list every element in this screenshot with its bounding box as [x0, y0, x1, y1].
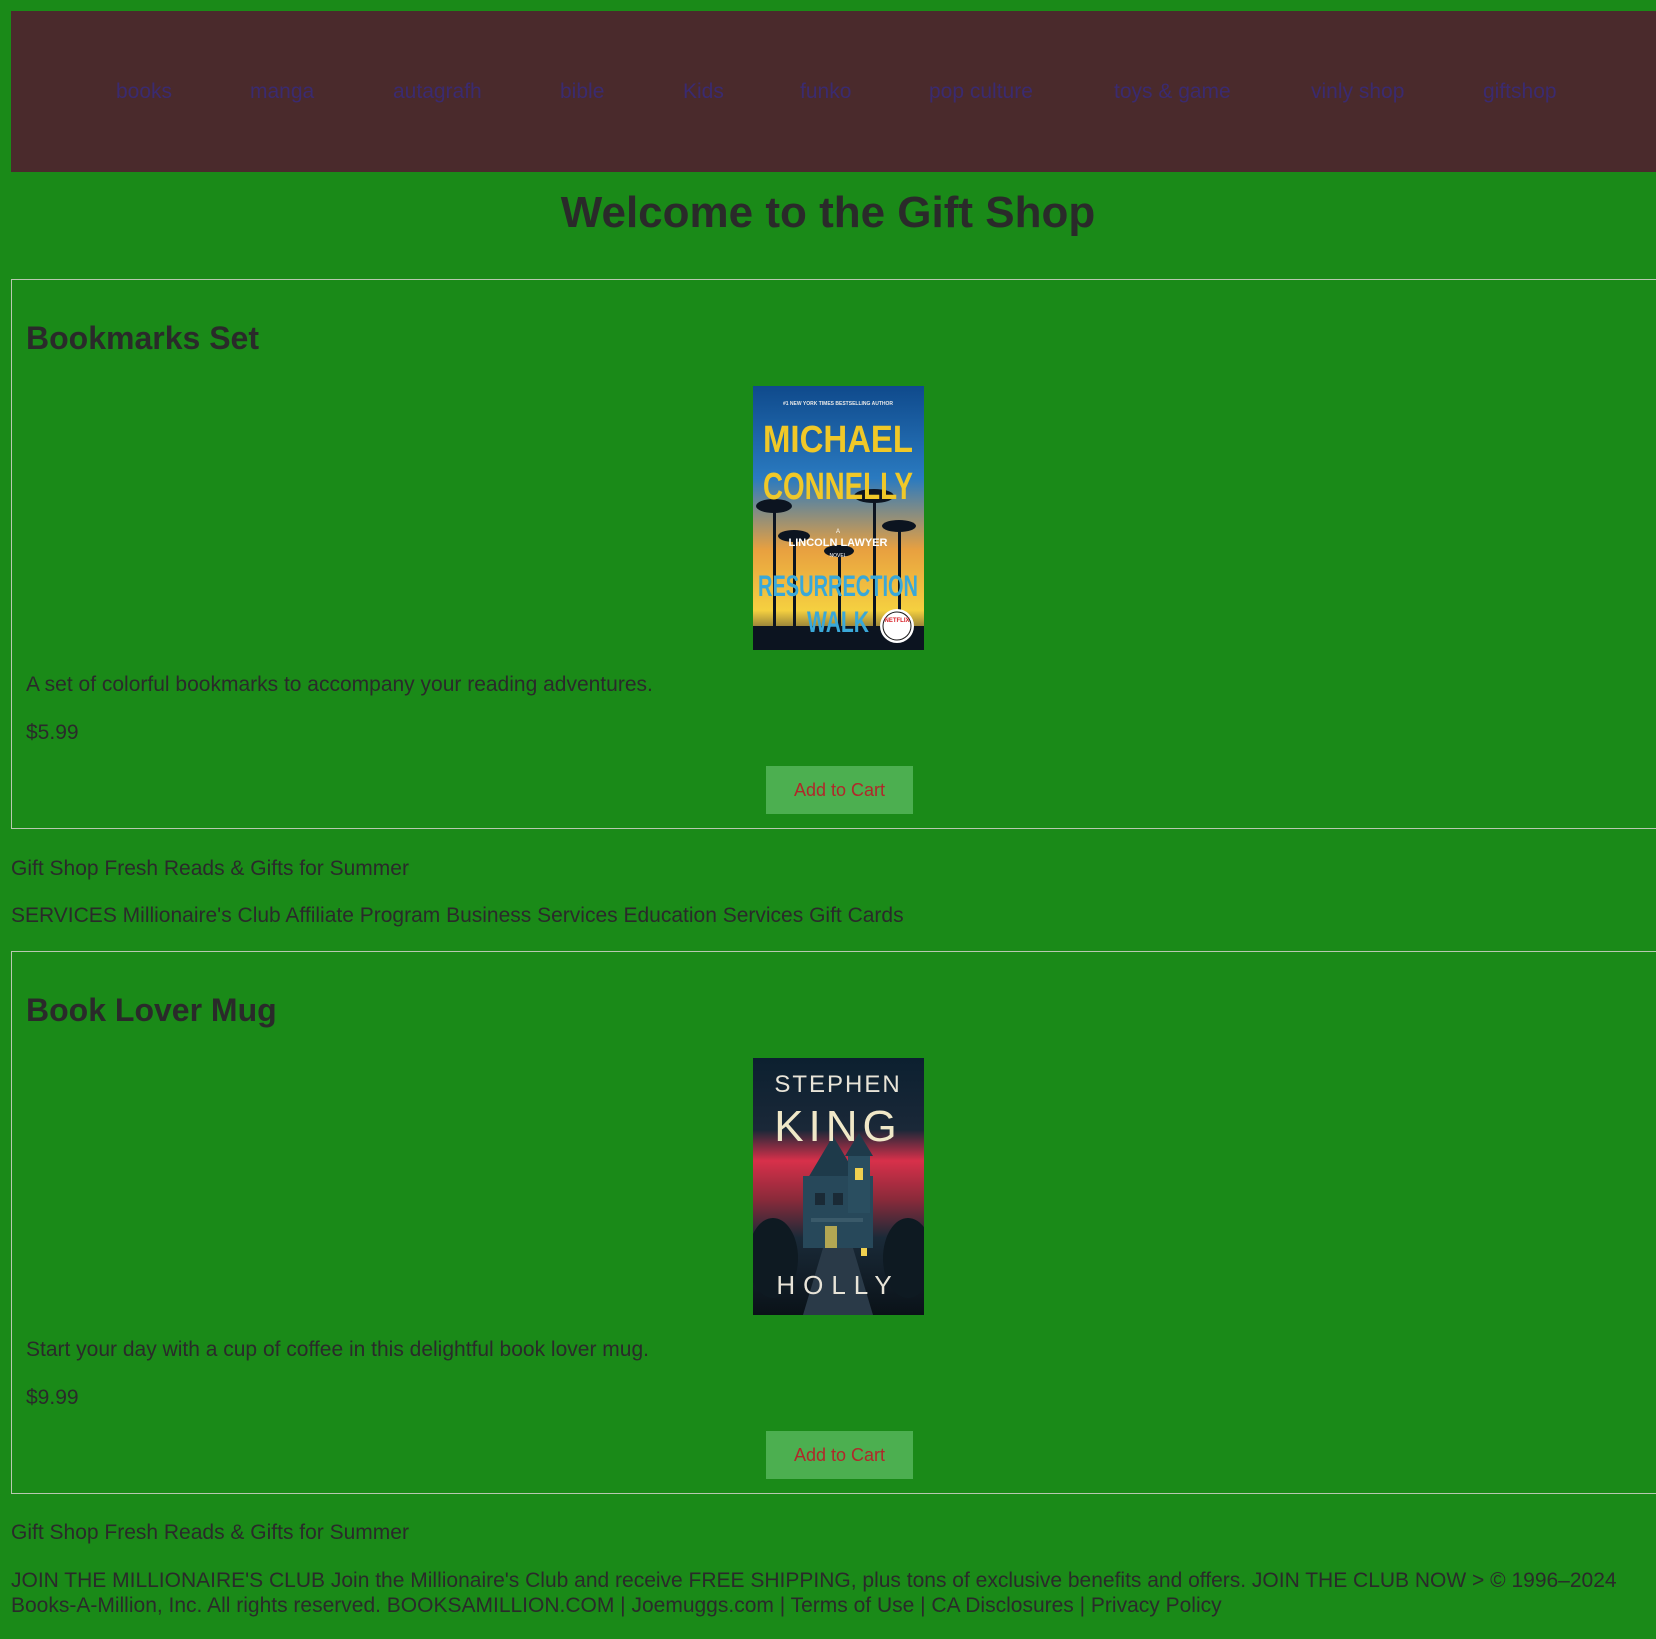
cover-author-line2: KING [774, 1102, 902, 1151]
cover-series-novel: NOVEL [830, 553, 847, 559]
nav-link-funko[interactable]: funko [800, 80, 851, 104]
product-card: Bookmarks Set #1 NEW YORK TIMES BESTSELL… [11, 279, 1656, 829]
nav-link-autograph[interactable]: autagrafh [393, 80, 482, 104]
product-cover-image[interactable]: STEPHEN KING HOLLY [753, 1058, 924, 1315]
cover-title-line1: RESURRECTION [758, 570, 918, 603]
product-cover-image[interactable]: #1 NEW YORK TIMES BESTSELLING AUTHOR MIC… [753, 386, 924, 650]
product-description: Start your day with a cup of coffee in t… [26, 1338, 649, 1361]
cover-title: HOLLY [776, 1270, 899, 1300]
netflix-badge [880, 609, 914, 643]
product-name: Book Lover Mug [26, 992, 277, 1028]
cover-title-line2: WALK [807, 606, 869, 639]
cover-author-line2: CONNELLY [763, 466, 913, 508]
product-card: Book Lover Mug STEPHEN KING HOLLY Start … [11, 951, 1656, 1494]
cover-series-a: A [836, 529, 840, 535]
cover-top-line: #1 NEW YORK TIMES BESTSELLING AUTHOR [783, 401, 893, 407]
site-footer[interactable]: JOIN THE MILLIONAIRE'S CLUB Join the Mil… [11, 1568, 1641, 1618]
services-links[interactable]: SERVICES Millionaire's Club Affiliate Pr… [11, 904, 904, 928]
product-name: Bookmarks Set [26, 320, 259, 356]
nav-link-giftshop[interactable]: giftshop [1483, 80, 1557, 104]
promo-line: Gift Shop Fresh Reads & Gifts for Summer [11, 1521, 409, 1544]
nav-link-manga[interactable]: manga [250, 80, 314, 104]
nav-link-vinyl-shop[interactable]: vinly shop [1311, 80, 1404, 104]
cover-author-line1: STEPHEN [774, 1071, 901, 1098]
promo-line: Gift Shop Fresh Reads & Gifts for Summer [11, 857, 409, 880]
nav-link-bible[interactable]: bible [560, 80, 604, 104]
product-price: $5.99 [26, 721, 79, 744]
page-title: Welcome to the Gift Shop [560, 188, 1096, 237]
nav-link-toys-game[interactable]: toys & game [1114, 80, 1231, 104]
add-to-cart-button[interactable]: Add to Cart [766, 766, 913, 814]
nav-link-pop-culture[interactable]: pop culture [929, 80, 1033, 104]
cover-author-line1: MICHAEL [763, 419, 913, 461]
cover-series: LINCOLN LAWYER [789, 537, 888, 549]
product-price: $9.99 [26, 1386, 79, 1409]
nav-link-kids[interactable]: Kids [683, 80, 724, 104]
product-description: A set of colorful bookmarks to accompany… [26, 673, 653, 696]
add-to-cart-button[interactable]: Add to Cart [766, 1431, 913, 1479]
top-nav: books manga autagrafh bible Kids funko p… [11, 11, 1656, 172]
netflix-badge-label: NETFLIX [885, 618, 910, 624]
nav-link-books[interactable]: books [116, 80, 172, 104]
